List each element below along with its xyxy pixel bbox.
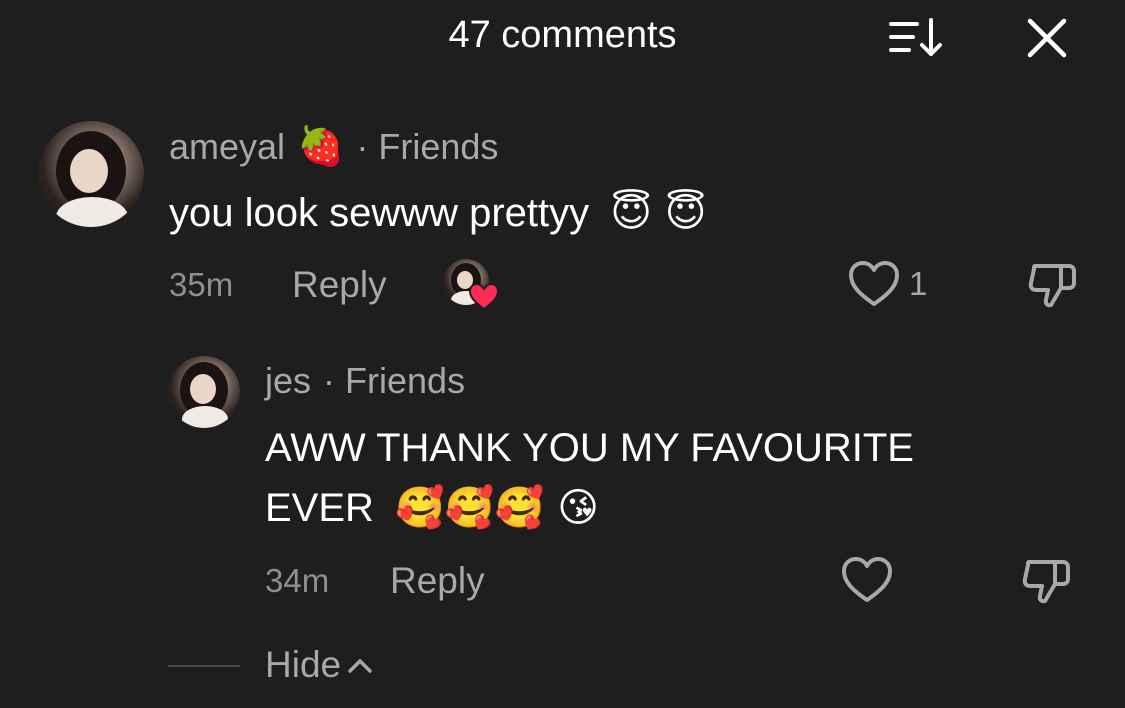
avatar[interactable] (38, 121, 144, 227)
comment-time: 34m (265, 562, 330, 599)
relation-label: Friends (345, 360, 466, 401)
relation-label: Friends (378, 125, 499, 167)
heart-outline-icon (849, 261, 899, 306)
username[interactable]: jes (265, 360, 311, 402)
strawberry-emoji: 🍓 (297, 124, 345, 168)
close-icon (1027, 18, 1067, 58)
sort-descending-icon (889, 18, 942, 56)
dislike-button[interactable] (1021, 556, 1073, 606)
reply-button[interactable]: Reply (390, 560, 485, 602)
thumbs-down-icon (1028, 264, 1076, 308)
sort-button[interactable] (887, 16, 943, 60)
halo-emoji-pair: 😇 😇 (610, 190, 707, 236)
comment-body: you look sewww prettyy (169, 191, 590, 235)
like-button[interactable] (841, 556, 893, 604)
comment-text: AWW THANK YOU MY FAVOURITE EVER 🥰🥰🥰 😘 (265, 418, 914, 538)
creator-liked-badge (443, 259, 499, 311)
separator-dot: · (323, 360, 336, 401)
hide-divider (168, 665, 240, 667)
comment-header: ameyal 🍓 · Friends (169, 124, 498, 169)
chevron-up-icon (348, 659, 372, 673)
comment-time: 35m (169, 266, 234, 303)
creator-heart-icon (469, 283, 499, 311)
dislike-button[interactable] (1027, 260, 1079, 310)
close-button[interactable] (1024, 16, 1070, 60)
separator-dot: · (356, 125, 369, 167)
username[interactable]: ameyal (169, 126, 285, 168)
avatar[interactable] (168, 356, 240, 428)
heart-outline-icon (842, 557, 892, 602)
like-button[interactable] (848, 260, 900, 308)
comment-header: jes · Friends (265, 360, 465, 402)
hide-label: Hide (265, 644, 342, 685)
like-count: 1 (909, 265, 928, 302)
comments-count-title: 47 comments (448, 14, 677, 56)
comment-body-line2: EVER (265, 486, 374, 530)
hide-replies-button[interactable]: Hide (265, 644, 373, 686)
comment-text: you look sewww prettyy 😇 😇 (169, 183, 706, 243)
reply-button[interactable]: Reply (292, 264, 387, 306)
comment-body-line1: AWW THANK YOU MY FAVOURITE (265, 426, 914, 470)
thumbs-down-icon (1022, 560, 1070, 604)
smiling-hearts-emojis: 🥰🥰🥰 😘 (395, 485, 599, 531)
